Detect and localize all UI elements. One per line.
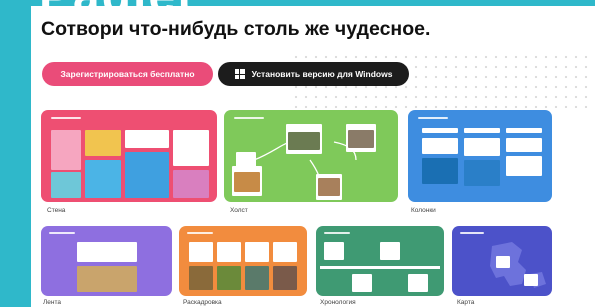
template-card-map[interactable] [452, 226, 552, 296]
wall-art-thumb [85, 130, 121, 156]
card-header-line [51, 117, 81, 119]
template-card-stream[interactable] [41, 226, 172, 296]
wall-art-thumb [51, 130, 81, 170]
storyboard-frame [273, 242, 297, 262]
template-card-storyboard[interactable] [179, 226, 307, 296]
canvas-photo [348, 130, 374, 148]
timeline-card [380, 242, 400, 260]
timeline-axis [320, 266, 440, 269]
canvas-photo [318, 178, 340, 196]
column-photo [422, 158, 458, 184]
wall-art-thumb [51, 172, 81, 198]
template-label-timeline: Хронология [320, 299, 356, 306]
column-card [464, 138, 500, 156]
map-pin-card [524, 274, 538, 286]
template-label-wall: Стена [47, 207, 66, 214]
timeline-card [324, 242, 344, 260]
canvas-photo [288, 132, 320, 150]
install-windows-label: Установить версию для Windows [251, 69, 393, 79]
card-header-line [324, 232, 350, 234]
storyboard-frame [245, 242, 269, 262]
stream-card [77, 242, 137, 262]
storyboard-frame [189, 242, 213, 262]
card-header-line [187, 232, 213, 234]
column-card [422, 138, 458, 154]
template-card-wall[interactable] [41, 110, 217, 202]
column-card [506, 156, 542, 176]
wall-note [125, 130, 169, 148]
storyboard-photo [217, 266, 241, 290]
card-header-line [418, 117, 448, 119]
template-label-canvas: Холст [230, 207, 248, 214]
timeline-card [352, 274, 372, 292]
wall-art-thumb [85, 160, 121, 198]
column-header [464, 128, 500, 133]
column-card [506, 138, 542, 152]
template-label-map: Карта [457, 299, 475, 306]
column-header [422, 128, 458, 133]
template-label-columns: Колонки [411, 207, 436, 214]
storyboard-photo [189, 266, 213, 290]
map-pin-card [496, 256, 510, 268]
card-header-line [49, 232, 75, 234]
column-photo [464, 160, 500, 186]
template-label-storyboard: Раскадровка [183, 299, 222, 306]
signup-button[interactable]: Зарегистрироваться бесплатно [42, 62, 213, 86]
wall-art-thumb [173, 170, 209, 198]
page-headline: Сотвори что-нибудь столь же чудесное. [41, 18, 431, 40]
template-card-columns[interactable] [408, 110, 552, 202]
storyboard-frame [217, 242, 241, 262]
column-header [506, 128, 542, 133]
windows-logo-icon [234, 69, 245, 79]
storyboard-photo [245, 266, 269, 290]
template-label-stream: Лента [43, 299, 61, 306]
wall-note [173, 130, 209, 166]
wall-art-thumb [125, 152, 169, 198]
stream-photo [77, 266, 137, 292]
template-card-timeline[interactable] [316, 226, 444, 296]
storyboard-photo [273, 266, 297, 290]
timeline-card [408, 274, 428, 292]
canvas-photo [234, 172, 260, 192]
install-windows-button[interactable]: Установить версию для Windows [218, 62, 409, 86]
template-card-canvas[interactable] [224, 110, 398, 202]
